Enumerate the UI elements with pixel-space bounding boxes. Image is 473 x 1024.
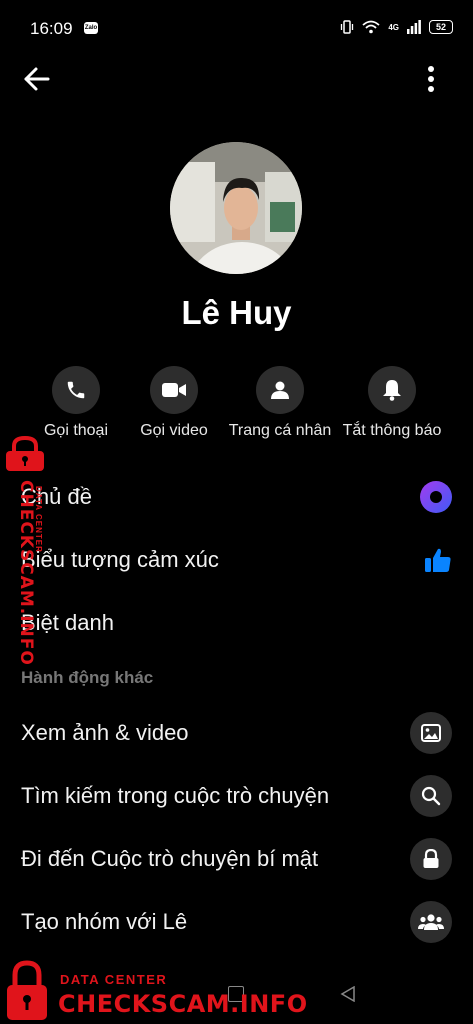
signal-icon (407, 20, 421, 34)
profile-circle[interactable] (256, 366, 304, 414)
view-media-label: Xem ảnh & video (21, 720, 189, 745)
group-icon (418, 914, 444, 930)
view-media-row[interactable]: Xem ảnh & video (0, 706, 473, 760)
watermark-lock-icon (7, 960, 47, 1020)
bell-icon (383, 380, 401, 401)
battery-icon: 52 (429, 20, 453, 34)
profile-label: Trang cá nhân (228, 422, 332, 439)
watermark-side: CHECKSCAM.INFO DATA CENTER (2, 436, 50, 666)
create-group-label: Tạo nhóm với Lê (21, 909, 188, 934)
video-call-circle[interactable] (150, 366, 198, 414)
back-arrow-icon[interactable] (22, 64, 52, 94)
image-icon (421, 724, 441, 742)
nickname-row[interactable]: Biệt danh (0, 596, 473, 650)
theme-circle-icon (420, 481, 452, 513)
status-icons: 4G 52 (340, 20, 453, 34)
emoji-label: Biểu tượng cảm xúc (21, 547, 219, 572)
secret-conversation-row[interactable]: Đi đến Cuộc trò chuyện bí mật (0, 832, 473, 886)
mute-notifications-button[interactable]: Tắt thông báo (332, 366, 452, 440)
status-time: 16:09 (30, 19, 73, 38)
contact-name: Lê Huy (181, 294, 292, 331)
secret-conversation-label: Đi đến Cuộc trò chuyện bí mật (21, 846, 319, 871)
secret-conversation-button[interactable] (410, 838, 452, 880)
video-camera-icon (162, 383, 186, 397)
more-options-icon[interactable] (419, 64, 443, 94)
watermark-side-line2: CHECKSCAM.INFO (16, 480, 36, 666)
voice-call-circle[interactable] (52, 366, 100, 414)
watermark-bottom: DATA CENTER CHECKSCAM.INFO (0, 958, 307, 1024)
mute-label: Tắt thông báo (342, 422, 442, 439)
vibrate-icon (341, 20, 354, 34)
watermark-lock-icon (6, 436, 44, 471)
watermark-bottom-line2: CHECKSCAM.INFO (58, 990, 308, 1018)
person-icon (271, 381, 289, 399)
watermark-bottom-line1: DATA CENTER (60, 972, 168, 987)
mute-circle[interactable] (368, 366, 416, 414)
wifi-icon (362, 20, 380, 34)
create-group-row[interactable]: Tạo nhóm với Lê (0, 895, 473, 949)
video-call-label: Gọi video (140, 422, 208, 439)
view-media-button[interactable] (410, 712, 452, 754)
lock-icon (423, 849, 439, 868)
status-bar: 16:09 Zalo 4G 52 (0, 0, 473, 56)
video-call-button[interactable]: Gọi video (114, 366, 234, 440)
profile-button[interactable]: Trang cá nhân (220, 366, 340, 440)
network-type-label: 4G (388, 22, 399, 32)
zalo-notification-icon: Zalo (84, 22, 98, 34)
search-button[interactable] (410, 775, 452, 817)
search-conversation-label: Tìm kiếm trong cuộc trò chuyện (21, 783, 330, 808)
create-group-button[interactable] (410, 901, 452, 943)
thumbs-up-icon (425, 548, 451, 572)
search-icon (421, 786, 441, 806)
theme-row[interactable]: Chủ đề (0, 470, 473, 524)
watermark-side-line1: DATA CENTER (34, 486, 43, 553)
emoji-row[interactable]: Biểu tượng cảm xúc (0, 533, 473, 587)
search-conversation-row[interactable]: Tìm kiếm trong cuộc trò chuyện (0, 769, 473, 823)
phone-icon (67, 381, 85, 399)
back-nav-icon[interactable] (340, 986, 356, 1002)
section-title-more-actions: Hành động khác (21, 668, 154, 687)
profile-avatar[interactable] (170, 142, 302, 274)
